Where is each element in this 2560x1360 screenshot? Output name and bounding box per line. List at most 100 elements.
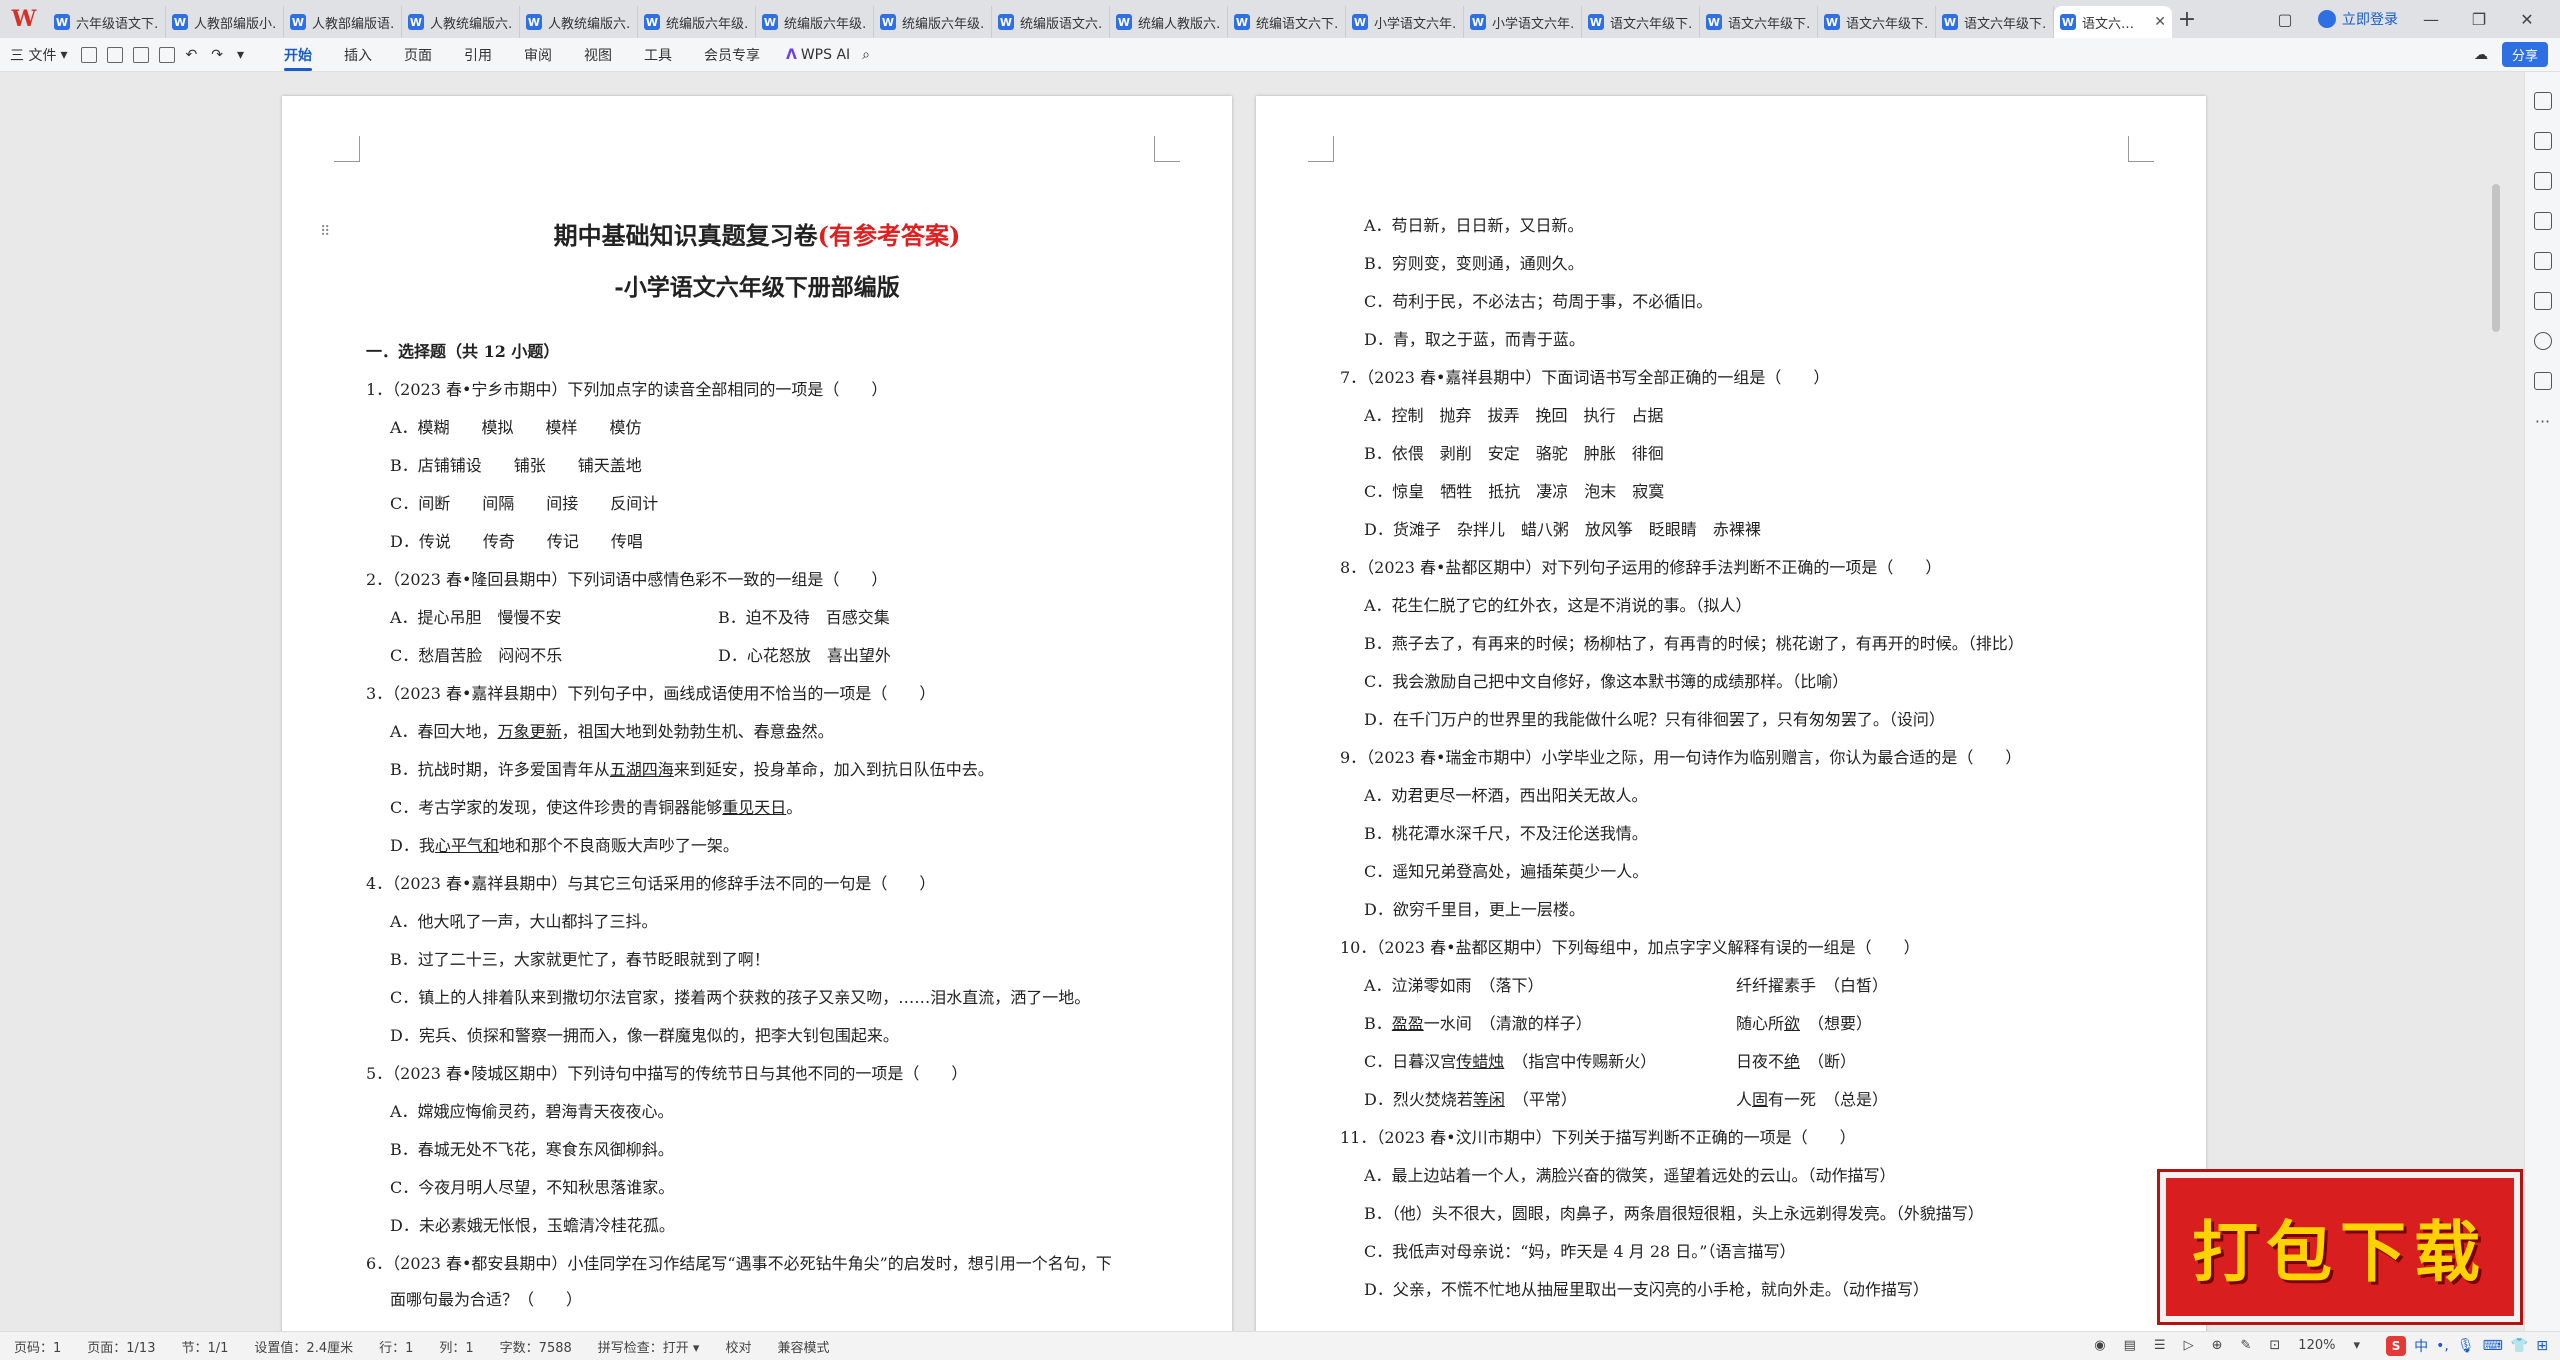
ribbon-tab[interactable]: 引用 — [464, 39, 492, 71]
document-tab[interactable]: W 小学语文六年… — [1464, 6, 1582, 38]
print-preview-icon[interactable] — [159, 46, 176, 63]
export-icon[interactable] — [107, 46, 124, 63]
ribbon-tab[interactable]: 视图 — [584, 39, 612, 71]
option-8a: A．花生仁脱了它的红外衣，这是不消说的事。（拟人） — [1364, 596, 1752, 615]
document-tab-active[interactable]: W 语文六… ✕ — [2054, 6, 2172, 38]
wps-ai-button[interactable]: ᐱ WPS AI — [786, 47, 850, 63]
ribbon-tab[interactable]: 审阅 — [524, 39, 552, 71]
wps-logo-icon[interactable]: W — [0, 0, 48, 38]
document-page-2[interactable]: A．苟日新，日日新，又日新。 B．穷则变，变则通，通则久。 C．苟利于民，不必法… — [1256, 96, 2206, 1331]
option-11a: A．最上边站着一个人，满脸兴奋的微笑，遥望着远处的云山。（动作描写） — [1364, 1166, 1896, 1185]
mic-icon[interactable]: 🎙 — [2457, 1338, 2475, 1354]
status-pages[interactable]: 页面：1/13 — [87, 1337, 155, 1356]
tab-label: 语文六年级下… — [1728, 16, 1811, 32]
page-view-icon[interactable]: ▤ — [2124, 1338, 2136, 1353]
cloud-sync-icon[interactable]: ☁ — [2474, 47, 2488, 63]
document-tab[interactable]: W 语文六年级下… — [1818, 6, 1936, 38]
undo-icon[interactable]: ↶ — [185, 47, 197, 63]
crop-mark — [1154, 136, 1180, 162]
redo-icon[interactable]: ↷ — [211, 47, 223, 63]
document-tab[interactable]: W 人教统编版六… — [402, 6, 520, 38]
status-bar: 页码：1 页面：1/13 节：1/1 设置值：2.4厘米 行：1 列：1 字数：… — [0, 1331, 2560, 1360]
writer-doc-icon: W — [762, 14, 778, 30]
option-3a: A．春回大地，万象更新，祖国大地到处勃勃生机、春意盎然。 — [390, 722, 834, 741]
option-7a: A．控制 抛弃 拔弄 挽回 执行 占据 — [1364, 406, 1664, 425]
style-icon[interactable] — [2533, 212, 2552, 230]
status-page-code: 页码：1 — [14, 1340, 62, 1356]
option-1b: B．店铺铺设 铺张 铺天盖地 — [390, 456, 642, 475]
fit-icon[interactable]: ⊡ — [2269, 1338, 2280, 1353]
writer-doc-icon: W — [526, 14, 542, 30]
close-tab-icon[interactable]: ✕ — [2150, 14, 2166, 30]
document-tab[interactable]: W 语文六年级下… — [1700, 6, 1818, 38]
image-icon[interactable] — [2533, 252, 2552, 270]
download-banner[interactable]: 打包下载 — [2160, 1172, 2520, 1322]
document-tab[interactable]: W 语文六年级下… — [1936, 6, 2054, 38]
proofread-button[interactable]: 校对 — [725, 1337, 751, 1356]
punct-icon[interactable]: •, — [2436, 1338, 2449, 1354]
option-7d: D．货滩子 杂拌儿 蜡八粥 放风筝 眨眼睛 赤裸裸 — [1364, 520, 1761, 539]
search-icon[interactable]: ⌕ — [862, 47, 870, 63]
save-icon[interactable] — [81, 46, 98, 63]
eye-protect-icon[interactable]: ◉ — [2094, 1338, 2105, 1353]
minimize-icon[interactable]: — — [2416, 10, 2446, 29]
share-panel-icon[interactable] — [2533, 372, 2552, 390]
login-button[interactable]: 立即登录 — [2318, 9, 2398, 29]
document-tab[interactable]: W 人教统编版六… — [520, 6, 638, 38]
document-tab[interactable]: W 统编人教版六… — [1110, 6, 1228, 38]
skin-icon[interactable]: 👕 — [2511, 1338, 2528, 1354]
toolbar-right: ☁ 分享 — [2474, 42, 2548, 67]
zoom-level[interactable]: 120% — [2298, 1338, 2335, 1353]
document-tab[interactable]: W 人教部编版小… — [166, 6, 284, 38]
play-icon[interactable]: ▷ — [2184, 1338, 2194, 1353]
file-menu[interactable]: 三 文件 ▾ — [10, 45, 67, 65]
close-icon[interactable]: ✕ — [2512, 10, 2542, 29]
document-tab[interactable]: W 统编语文六下… — [1228, 6, 1346, 38]
document-tab[interactable]: W 统编版六年级… — [874, 6, 992, 38]
document-tab[interactable]: W 六年级语文下… — [48, 6, 166, 38]
ribbon-tab[interactable]: 工具 — [644, 39, 672, 71]
tools-icon[interactable] — [2533, 292, 2552, 310]
document-tab[interactable]: W 小学语文六年… — [1346, 6, 1464, 38]
zoom-dropdown-icon[interactable]: ▾ — [2353, 1338, 2360, 1353]
tab-label: 小学语文六年… — [1374, 16, 1457, 32]
help-icon[interactable] — [2533, 332, 2552, 350]
more-icon[interactable]: ··· — [2535, 412, 2550, 431]
new-tab-button[interactable]: + — [2172, 7, 2202, 32]
writer-doc-icon: W — [998, 14, 1014, 30]
vertical-scrollbar[interactable] — [2492, 184, 2500, 332]
document-tab[interactable]: W 人教部编版语… — [284, 6, 402, 38]
keyboard-icon[interactable]: ⌨ — [2483, 1338, 2503, 1354]
edit-icon[interactable] — [2533, 132, 2552, 150]
ime-language[interactable]: 中 — [2414, 1336, 2428, 1356]
pen-icon[interactable]: ✎ — [2240, 1338, 2251, 1353]
spell-check-toggle[interactable]: 拼写检查：打开 ▾ — [598, 1337, 700, 1356]
select-icon[interactable] — [2533, 172, 2552, 190]
print-icon[interactable] — [133, 46, 150, 63]
writer-doc-icon: W — [1706, 14, 1722, 30]
ribbon-tab[interactable]: 插入 — [344, 39, 372, 71]
outline-view-icon[interactable]: ☰ — [2154, 1338, 2166, 1353]
sogou-ime-icon[interactable]: S — [2386, 1336, 2407, 1356]
status-word-count[interactable]: 字数：7588 — [500, 1337, 572, 1356]
ime-menu-icon[interactable]: ⊞ — [2536, 1338, 2548, 1354]
restore-icon[interactable]: ❐ — [2464, 10, 2494, 29]
collapse-icon[interactable] — [2533, 92, 2552, 110]
document-tab[interactable]: W 统编版六年级… — [638, 6, 756, 38]
ribbon-tab[interactable]: 会员专享 — [704, 39, 760, 71]
option-9c: C．遥知兄弟登高处，遍插茱萸少一人。 — [1364, 862, 1649, 881]
document-tab[interactable]: W 统编版六年级… — [756, 6, 874, 38]
document-tab[interactable]: W 统编版语文六… — [992, 6, 1110, 38]
ribbon-tab[interactable]: 开始 — [283, 39, 312, 71]
document-tab[interactable]: W 语文六年级下… — [1582, 6, 1700, 38]
document-page-1[interactable]: ⠿ 期中基础知识真题复习卷(有参考答案) -小学语文六年级下册部编版 一．选择题… — [282, 96, 1232, 1331]
web-view-icon[interactable]: ⊕ — [2212, 1338, 2223, 1353]
option-8c: C．我会激励自己把中文自修好，像这本默书簿的成绩那样。（比喻） — [1364, 672, 1849, 691]
tab-label: 语文六… — [2082, 16, 2135, 32]
option-6d: D．青，取之于蓝，而青于蓝。 — [1364, 330, 1585, 349]
quick-access-dropdown-icon[interactable]: ▾ — [237, 47, 244, 63]
document-area[interactable]: ⠿ 期中基础知识真题复习卷(有参考答案) -小学语文六年级下册部编版 一．选择题… — [0, 72, 2524, 1331]
ribbon-tab[interactable]: 页面 — [404, 39, 432, 71]
tab-list-icon[interactable]: ▢ — [2270, 10, 2300, 29]
share-button[interactable]: 分享 — [2501, 42, 2548, 67]
